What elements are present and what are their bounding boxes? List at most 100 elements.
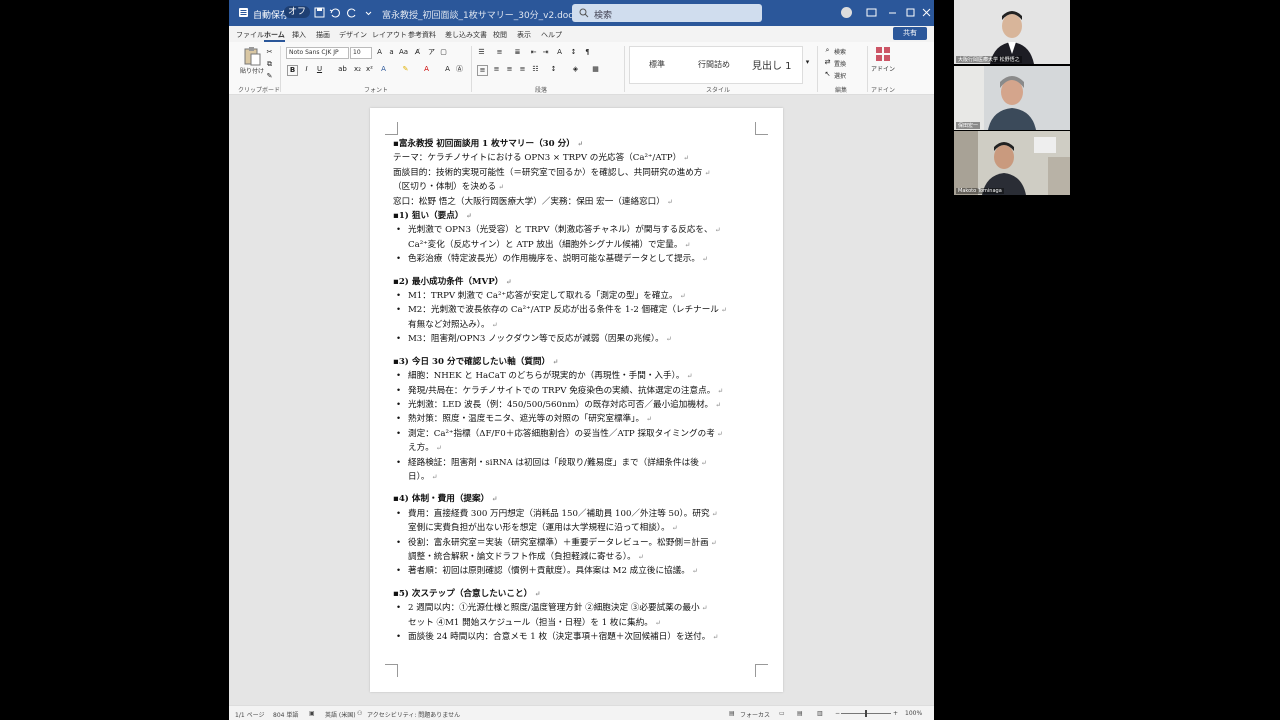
select-icon[interactable]: ↖ xyxy=(823,70,832,79)
underline-icon[interactable]: U xyxy=(315,65,324,74)
customize-qat-icon[interactable] xyxy=(363,7,374,18)
zoom-out-icon[interactable]: − xyxy=(835,710,840,717)
share-button[interactable]: 共有 xyxy=(893,27,927,40)
addin-icon[interactable] xyxy=(875,46,891,62)
word-count[interactable]: 804 単語 xyxy=(273,710,298,719)
strikethrough-icon[interactable]: ab xyxy=(338,65,347,74)
style-gallery-more-icon[interactable]: ▾ xyxy=(803,58,812,67)
italic-icon[interactable]: I xyxy=(302,65,311,74)
find-icon[interactable]: ⌕ xyxy=(823,46,832,55)
print-layout-icon[interactable]: ▤ xyxy=(797,710,803,717)
increase-indent-icon[interactable]: ⇥ xyxy=(541,48,550,57)
distributed-icon[interactable]: ☷ xyxy=(531,65,540,74)
paragraph-mark-icon: ↵ xyxy=(669,524,678,533)
video-tile-2[interactable]: 保田宏一 xyxy=(954,66,1070,130)
accessibility-status[interactable]: アクセシビリティ: 問題ありません xyxy=(367,710,460,719)
find-label[interactable]: 検索 xyxy=(834,47,846,56)
paste-icon[interactable] xyxy=(243,46,261,66)
bullets-icon[interactable]: ☰ xyxy=(477,48,486,57)
phonetic-guide-icon[interactable]: ア xyxy=(427,48,436,57)
numbering-icon[interactable]: ≡ xyxy=(495,48,504,57)
enclose-char-icon[interactable]: Ⓐ xyxy=(455,65,464,74)
bold-icon[interactable]: B xyxy=(287,65,298,76)
addin-label[interactable]: アドイン xyxy=(871,64,895,73)
tab-mailings[interactable]: 差し込み文書 xyxy=(445,30,487,40)
clear-format-icon[interactable]: A̸ xyxy=(413,48,422,57)
redo-icon[interactable] xyxy=(347,7,358,18)
document-body[interactable]: ▪富永教授 初回面談用 1 枚サマリー（30 分） ↵ テーマ：ケラチノサイトにお… xyxy=(393,137,758,644)
tab-draw[interactable]: 描画 xyxy=(316,30,330,40)
document-page[interactable]: ▪富永教授 初回面談用 1 枚サマリー（30 分） ↵ テーマ：ケラチノサイトにお… xyxy=(370,108,783,692)
style-no-spacing[interactable]: 行間詰め xyxy=(698,59,730,70)
read-mode-icon[interactable]: ▭ xyxy=(779,710,785,717)
char-shading-icon[interactable]: A xyxy=(443,65,452,74)
shading-icon[interactable]: ◈ xyxy=(571,65,580,74)
font-color-icon[interactable]: A xyxy=(422,65,431,74)
language-status[interactable]: 英語 (米国) xyxy=(325,710,356,719)
tab-home[interactable]: ホーム xyxy=(264,30,285,42)
tab-view[interactable]: 表示 xyxy=(517,30,531,40)
save-icon[interactable] xyxy=(314,7,325,18)
grow-font-icon[interactable]: A xyxy=(375,48,384,57)
superscript-icon[interactable]: x² xyxy=(365,65,374,74)
maximize-icon[interactable] xyxy=(905,7,916,18)
tab-file[interactable]: ファイル xyxy=(236,30,264,40)
shrink-font-icon[interactable]: a xyxy=(387,48,396,57)
replace-label[interactable]: 置換 xyxy=(834,59,846,68)
subscript-icon[interactable]: x₂ xyxy=(353,65,362,74)
font-name-value: Noto Sans CJK JP xyxy=(289,49,339,56)
tab-insert[interactable]: 挿入 xyxy=(292,30,306,40)
search-box[interactable]: 検索 xyxy=(572,4,762,22)
video-tile-1[interactable]: 大阪行岡医療大学 松野悟之 xyxy=(954,0,1070,64)
highlight-icon[interactable]: ✎ xyxy=(401,65,410,74)
tab-layout[interactable]: レイアウト xyxy=(372,30,407,40)
bullet-glyph: • xyxy=(396,399,402,410)
align-center-icon[interactable]: ≡ xyxy=(492,65,501,74)
copy-icon[interactable]: ⧉ xyxy=(265,60,274,69)
tab-references[interactable]: 参考資料 xyxy=(408,30,436,40)
zoom-slider-handle[interactable] xyxy=(865,710,867,717)
line-spacing-icon[interactable]: ↕ xyxy=(549,65,558,74)
autosave-toggle[interactable]: オフ xyxy=(284,6,311,18)
ribbon-display-icon[interactable] xyxy=(866,7,877,18)
video-tile-3[interactable]: Makoto Tominaga xyxy=(954,131,1070,195)
proofing-icon[interactable]: ▣ xyxy=(309,710,315,717)
minimize-icon[interactable] xyxy=(887,7,898,18)
show-marks-icon[interactable]: ¶ xyxy=(583,48,592,57)
align-left-icon[interactable]: ≡ xyxy=(477,65,488,76)
borders-icon[interactable]: ▦ xyxy=(591,65,600,74)
font-size-select[interactable]: 10 xyxy=(350,47,372,59)
line-text: Ca²⁺変化（反応サイン）と ATP 放出（細胞外シグナル候補）で定量。 xyxy=(408,239,683,250)
format-painter-icon[interactable]: ✎ xyxy=(265,72,274,81)
user-avatar[interactable] xyxy=(841,7,852,18)
asian-layout-icon[interactable]: A xyxy=(555,48,564,57)
text-effects-icon[interactable]: A xyxy=(379,65,388,74)
sort-icon[interactable]: ↕ xyxy=(569,48,578,57)
undo-icon[interactable] xyxy=(329,7,340,18)
style-heading1[interactable]: 見出し 1 xyxy=(752,57,792,72)
paste-label[interactable]: 貼り付け xyxy=(240,66,264,75)
zoom-level[interactable]: 100% xyxy=(905,710,922,717)
change-case-icon[interactable]: Aa xyxy=(399,48,408,57)
select-label[interactable]: 選択 xyxy=(834,71,846,80)
tab-review[interactable]: 校閲 xyxy=(493,30,507,40)
multilevel-list-icon[interactable]: ≣ xyxy=(513,48,522,57)
page-count[interactable]: 1/1 ページ xyxy=(235,710,264,719)
decrease-indent-icon[interactable]: ⇤ xyxy=(529,48,538,57)
tab-help[interactable]: ヘルプ xyxy=(541,30,562,40)
font-name-select[interactable]: Noto Sans CJK JP xyxy=(286,47,349,59)
web-layout-icon[interactable]: ▥ xyxy=(817,710,823,717)
style-normal[interactable]: 標準 xyxy=(649,59,665,70)
cut-icon[interactable]: ✂ xyxy=(265,48,274,57)
tab-design[interactable]: デザイン xyxy=(339,30,367,40)
replace-icon[interactable]: ⇄ xyxy=(823,58,832,67)
focus-mode-label[interactable]: フォーカス xyxy=(740,710,770,719)
align-right-icon[interactable]: ≡ xyxy=(505,65,514,74)
bullet-item: • 役割：富永研究室＝実装（研究室標準）＋重要データレビュー。松野側＝計画 ↵ xyxy=(393,536,758,550)
line-text: ▪5) 次ステップ（合意したいこと） xyxy=(393,588,533,599)
zoom-in-icon[interactable]: + xyxy=(893,710,898,717)
close-icon[interactable] xyxy=(921,7,932,18)
justify-icon[interactable]: ≡ xyxy=(518,65,527,74)
char-border-icon[interactable]: ▢ xyxy=(439,48,448,57)
